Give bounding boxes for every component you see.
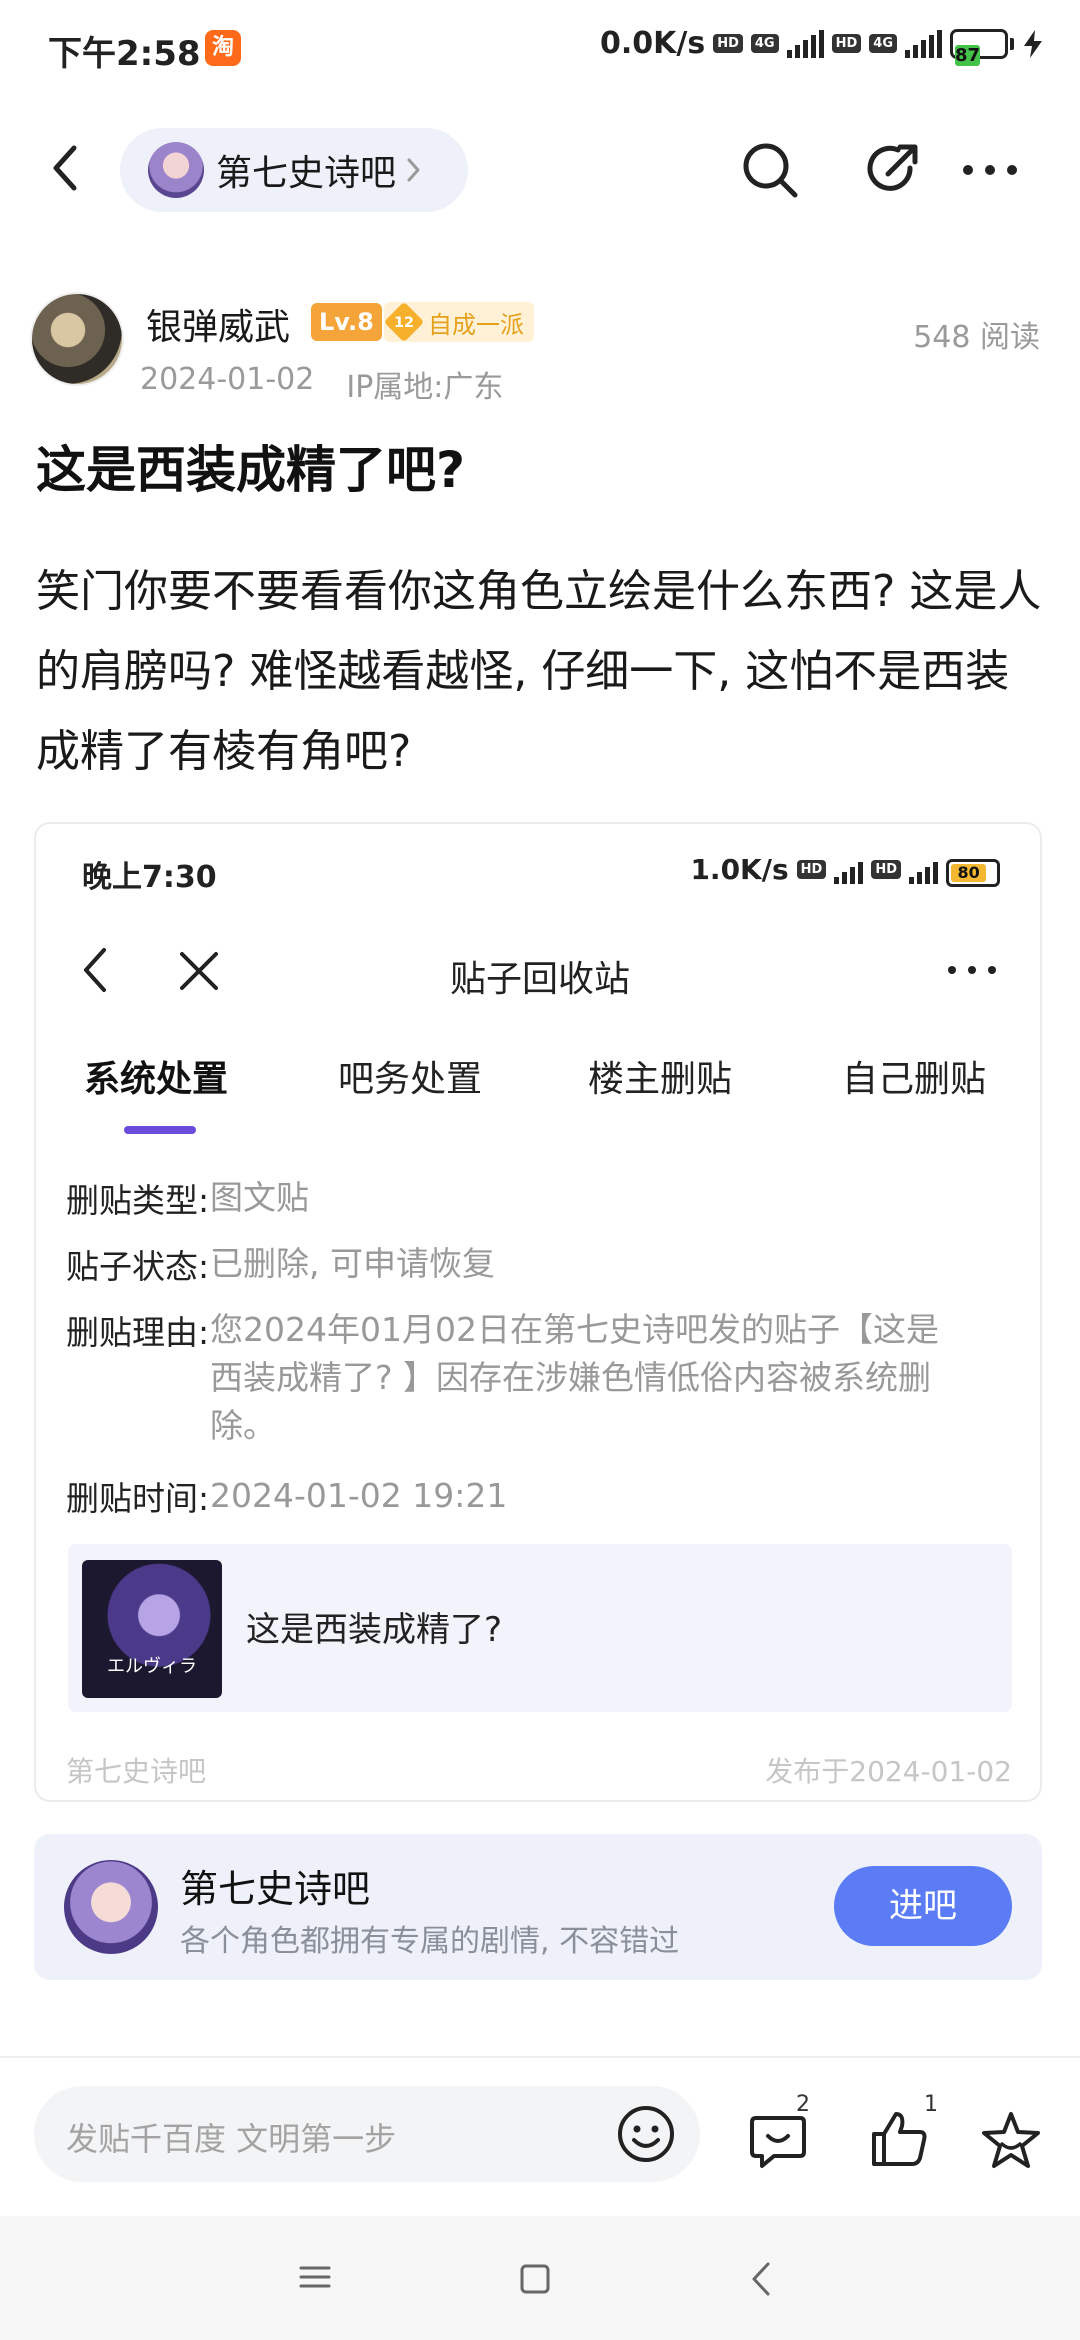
- embed-network-speed: 1.0K/s: [690, 853, 789, 886]
- forum-card-name: 第七史诗吧: [180, 1867, 371, 1911]
- forum-avatar: [64, 1860, 158, 1954]
- post-meta: 2024-01-02 IP属地:广东: [140, 362, 503, 406]
- embed-more-icon: [948, 966, 996, 974]
- hd-icon-2: HD: [831, 34, 862, 53]
- 4g-icon-2: 4G: [869, 34, 897, 53]
- network-speed: 0.0K/s: [600, 26, 706, 61]
- charging-icon: [1024, 29, 1042, 58]
- status-time: 下午2:58: [48, 34, 201, 74]
- chevron-right-icon: [407, 158, 420, 182]
- embed-battery-level: 80: [951, 864, 987, 882]
- post-date: 2024-01-02: [140, 362, 315, 397]
- comment-icon[interactable]: [744, 2108, 812, 2176]
- status-indicators: 0.0K/s HD 4G HD 4G 87: [600, 26, 1044, 66]
- status-bar: 下午2:58 淘 0.0K/s HD 4G HD 4G 87: [0, 0, 1080, 96]
- rank-title: 自成一派: [428, 310, 524, 339]
- embed-row-key: 删贴类型:: [66, 1181, 210, 1220]
- reply-placeholder: 发贴千百度 文明第一步: [66, 2120, 397, 2158]
- embed-tab-admin: 吧务处置: [338, 1059, 483, 1100]
- hd-icon: HD: [713, 34, 743, 53]
- embed-row-time: 删贴时间: 2024-01-02 19:21: [66, 1472, 507, 1520]
- embed-post-card: エルヴィラ 这是西装成精了?: [68, 1544, 1012, 1712]
- back-icon[interactable]: [40, 138, 100, 198]
- top-nav: 第七史诗吧: [0, 120, 1080, 216]
- embed-row-type: 删贴类型: 图文贴: [66, 1174, 309, 1222]
- taobao-notification-icon: 淘: [205, 30, 241, 66]
- embed-nav-title: 贴子回收站: [449, 959, 630, 1000]
- more-icon[interactable]: [958, 146, 1022, 194]
- embed-tab-self: 自己删贴: [842, 1059, 987, 1100]
- embed-signal-icon-2: [909, 856, 938, 884]
- like-count: 1: [924, 2092, 938, 2117]
- embed-tabs: 系统处置 吧务处置 楼主删贴 自己删贴: [36, 1050, 1040, 1130]
- embed-row-value: 您2024年01月02日在第七史诗吧发的贴子【这是西装成精了? 】因存在涉嫌色情…: [210, 1310, 939, 1445]
- embed-tab-system: 系统处置: [84, 1059, 229, 1100]
- forum-card[interactable]: 第七史诗吧 各个角色都拥有专属的剧情, 不容错过 进吧: [34, 1834, 1042, 1980]
- embed-battery-icon: 80: [946, 852, 1000, 887]
- author-avatar[interactable]: [30, 292, 124, 386]
- forum-pill-name: 第七史诗吧: [216, 153, 397, 194]
- embed-row-reason: 删贴理由: 您2024年01月02日在第七史诗吧发的贴子【这是西装成精了? 】因…: [66, 1306, 1016, 1450]
- menu-icon[interactable]: [298, 2260, 332, 2294]
- system-back-icon[interactable]: [748, 2260, 774, 2298]
- embed-status-time: 晚上7:30: [82, 860, 217, 895]
- forum-card-description: 各个角色都拥有专属的剧情, 不容错过: [180, 1924, 680, 1959]
- embed-hd-icon-2: HD: [871, 860, 901, 879]
- embedded-screenshot[interactable]: 晚上7:30 1.0K/s HD HD 80 贴子回收站 系统处置 吧务处置 楼…: [34, 822, 1042, 1802]
- home-icon[interactable]: [518, 2262, 552, 2296]
- bottom-action-bar: 发贴千百度 文明第一步 2 1: [0, 2056, 1080, 2216]
- signal-icon-2: [905, 29, 942, 58]
- system-nav-bar: [0, 2216, 1080, 2340]
- embed-row-value: 已删除, 可申请恢复: [210, 1244, 495, 1283]
- embed-footer-forum: 第七史诗吧: [66, 1755, 207, 1788]
- star-icon[interactable]: [978, 2108, 1044, 2174]
- 4g-icon: 4G: [750, 34, 779, 53]
- enter-forum-button[interactable]: 进吧: [834, 1866, 1012, 1946]
- emoji-icon[interactable]: [614, 2102, 678, 2166]
- share-icon[interactable]: [862, 138, 926, 202]
- battery-level: 87: [955, 44, 981, 66]
- embed-tab-underline: [124, 1126, 196, 1134]
- embed-post-thumbnail: エルヴィラ: [82, 1560, 222, 1698]
- embed-post-card-title: 这是西装成精了?: [246, 1610, 503, 1650]
- embed-row-value: 图文贴: [210, 1178, 309, 1217]
- level-badge: Lv.8: [311, 303, 382, 341]
- embed-thumb-caption: エルヴィラ: [107, 1656, 197, 1677]
- rank-diamond-icon: 12: [383, 301, 425, 343]
- embed-status-indicators: 1.0K/s HD HD 80: [690, 852, 1000, 887]
- embed-signal-icon: [834, 856, 864, 884]
- embed-footer-date: 发布于2024-01-02: [765, 1755, 1012, 1788]
- embed-row-key: 删贴理由:: [66, 1313, 210, 1352]
- embed-row-status: 贴子状态: 已删除, 可申请恢复: [66, 1240, 495, 1288]
- signal-icon: [786, 29, 824, 58]
- embed-hd-icon: HD: [796, 860, 827, 879]
- post-title: 这是西装成精了吧?: [36, 441, 466, 499]
- post-ip-location: IP属地:广东: [346, 370, 504, 405]
- embed-tab-owner: 楼主删贴: [588, 1059, 733, 1100]
- forum-avatar-small: [148, 142, 204, 198]
- read-count: 548 阅读: [913, 320, 1040, 355]
- like-icon[interactable]: [866, 2106, 932, 2172]
- rank-badge: 12 自成一派: [383, 301, 534, 343]
- post-body: 笑门你要不要看看你这角色立绘是什么东西? 这是人的肩膀吗? 难怪越看越怪, 仔细…: [36, 566, 1042, 777]
- battery-icon: 87: [950, 28, 1014, 66]
- embed-row-value: 2024-01-02 19:21: [210, 1476, 508, 1515]
- forum-pill[interactable]: 第七史诗吧: [120, 128, 468, 212]
- reply-input[interactable]: 发贴千百度 文明第一步: [34, 2086, 700, 2182]
- author-name[interactable]: 银弹威武: [146, 298, 290, 350]
- search-icon[interactable]: [738, 138, 802, 202]
- embed-row-key: 贴子状态:: [66, 1247, 210, 1286]
- embed-row-key: 删贴时间:: [66, 1479, 210, 1518]
- comment-count: 2: [796, 2092, 810, 2117]
